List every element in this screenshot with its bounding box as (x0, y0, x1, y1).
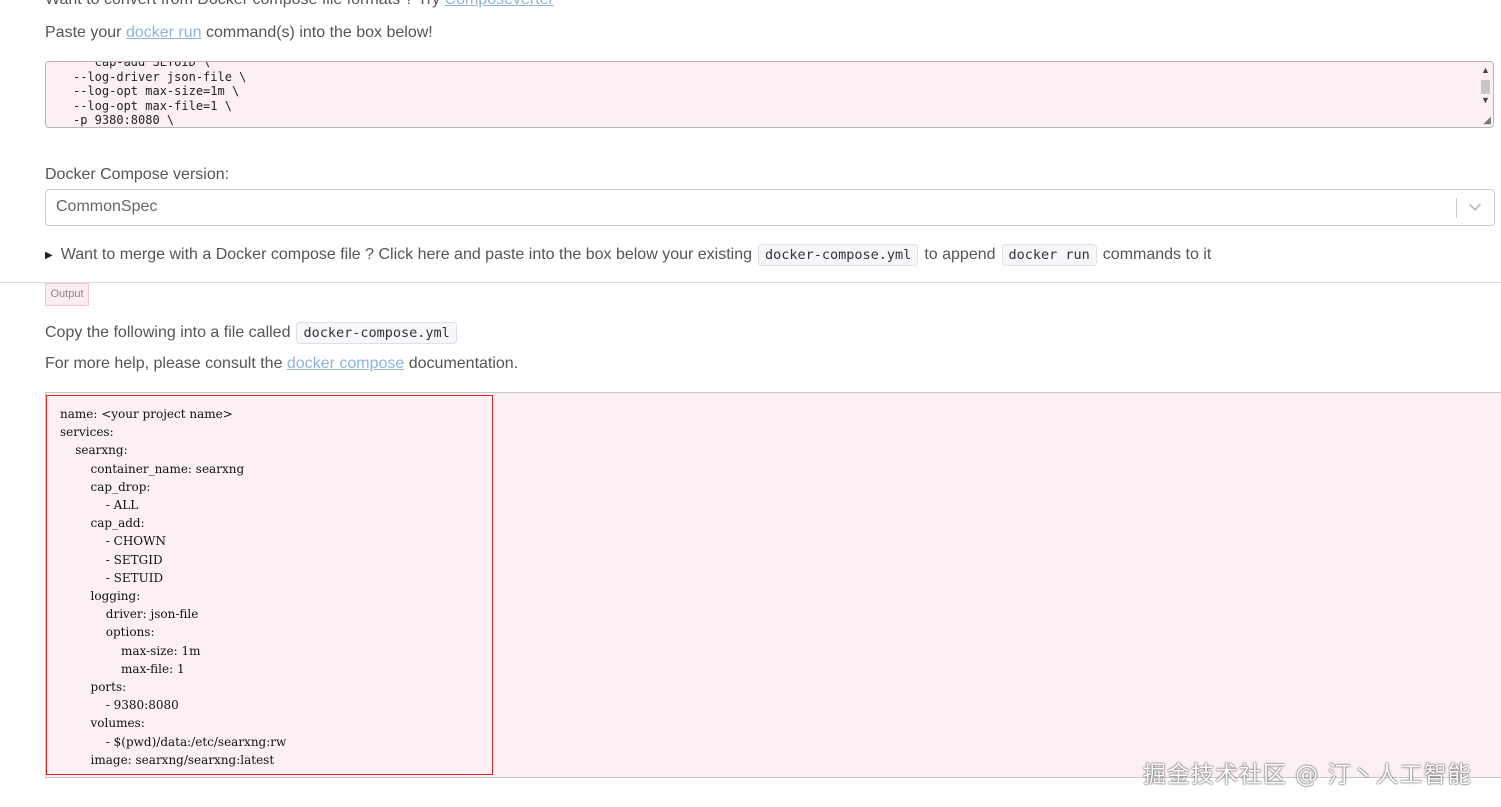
intro-line: Want to convert from Docker compose file… (45, 0, 554, 9)
compose-version-value: CommonSpec (56, 198, 158, 215)
output-tag: Output (45, 283, 89, 306)
chevron-down-icon[interactable] (1466, 198, 1484, 216)
copy-instruction: Copy the following into a file called do… (45, 322, 463, 344)
scroll-up-arrow-icon[interactable]: ▲ (1481, 65, 1490, 75)
merge-code-compose-file: docker-compose.yml (758, 244, 919, 266)
watermark-text: 掘金技术社区 @ 汀丶人工智能 (1143, 762, 1472, 788)
docker-run-link[interactable]: docker run (126, 24, 202, 41)
copy-code-filename: docker-compose.yml (296, 322, 457, 344)
output-highlight-box (46, 395, 493, 775)
merge-text-middle: to append (924, 246, 996, 263)
paste-text-before: Paste your (45, 24, 126, 41)
paste-text-after: command(s) into the box below! (201, 24, 433, 41)
docker-compose-docs-link[interactable]: docker compose (287, 355, 404, 372)
composeverter-link[interactable]: Composeverter (445, 0, 554, 8)
compose-version-select[interactable]: CommonSpec (45, 189, 1495, 226)
compose-version-label: Docker Compose version: (45, 166, 230, 183)
merge-text-before: Want to merge with a Docker compose file… (60, 246, 753, 263)
merge-toggle[interactable]: ▶ Want to merge with a Docker compose fi… (45, 244, 1211, 266)
merge-text-after: commands to it (1102, 246, 1212, 263)
select-separator (1456, 198, 1457, 218)
help-text-before: For more help, please consult the (45, 355, 287, 372)
resize-grip-icon[interactable]: ◢ (1483, 115, 1491, 126)
paste-instruction: Paste your docker run command(s) into th… (45, 24, 433, 42)
merge-code-docker-run: docker run (1001, 244, 1097, 266)
section-divider (0, 282, 1501, 283)
disclosure-triangle-icon[interactable]: ▶ (45, 250, 53, 261)
docker-run-input[interactable]: cap-add SETUID \ --log-driver json-file … (45, 61, 1494, 128)
docker-run-input-text: cap-add SETUID \ --log-driver json-file … (73, 61, 247, 128)
help-text-after: documentation. (404, 355, 519, 372)
copy-text: Copy the following into a file called (45, 324, 291, 341)
intro-text: Want to convert from Docker compose file… (45, 0, 445, 8)
scroll-thumb[interactable] (1481, 80, 1490, 94)
help-line: For more help, please consult the docker… (45, 355, 518, 373)
scroll-down-arrow-icon[interactable]: ▼ (1481, 95, 1490, 105)
